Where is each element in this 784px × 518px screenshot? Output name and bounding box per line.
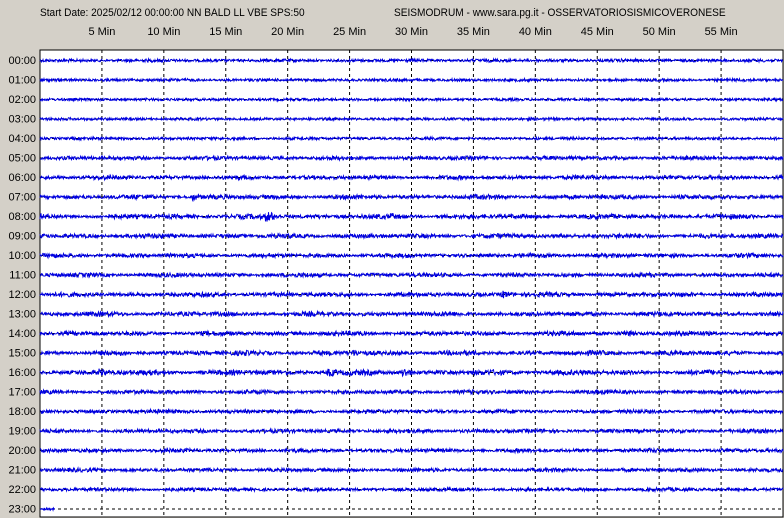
hour-label-14: 14:00 bbox=[8, 328, 36, 340]
x-tick-label-45: 45 Min bbox=[581, 26, 614, 38]
x-tick-label-55: 55 Min bbox=[705, 26, 738, 38]
hour-label-1: 01:00 bbox=[8, 75, 36, 87]
hour-label-13: 13:00 bbox=[8, 309, 36, 321]
hour-label-17: 17:00 bbox=[8, 387, 36, 399]
x-axis-tick-labels: 5 Min 10 Min 15 Min 20 Min 25 Min 30 Min 35 Mi… bbox=[88, 26, 737, 38]
hour-label-5: 05:00 bbox=[8, 153, 36, 165]
x-tick-label-40: 40 Min bbox=[519, 26, 552, 38]
hour-label-8: 08:00 bbox=[8, 211, 36, 223]
x-tick-label-10: 10 Min bbox=[147, 26, 180, 38]
hour-label-22: 22:00 bbox=[8, 484, 36, 496]
hour-label-2: 02:00 bbox=[8, 94, 36, 106]
hour-label-0: 00:00 bbox=[8, 55, 36, 67]
hour-label-19: 19:00 bbox=[8, 426, 36, 438]
hour-label-12: 12:00 bbox=[8, 289, 36, 301]
hour-label-9: 09:00 bbox=[8, 231, 36, 243]
hour-label-21: 21:00 bbox=[8, 465, 36, 477]
seismogram-chart: 5 Min 10 Min 15 Min 20 Min 25 Min 30 Min 35 Mi… bbox=[8, 26, 784, 518]
hour-label-6: 06:00 bbox=[8, 172, 36, 184]
x-tick-label-15: 15 Min bbox=[209, 26, 242, 38]
x-tick-label-5: 5 Min bbox=[88, 26, 115, 38]
hour-label-23: 23:00 bbox=[8, 504, 36, 516]
hour-label-16: 16:00 bbox=[8, 367, 36, 379]
x-tick-label-35: 35 Min bbox=[457, 26, 490, 38]
hour-label-11: 11:00 bbox=[9, 270, 36, 282]
hour-labels: 00:00 01:00 02:00 03:00 04:00 05:00 06:00 07:00… bbox=[8, 55, 36, 516]
x-tick-label-20: 20 Min bbox=[271, 26, 304, 38]
hour-label-15: 15:00 bbox=[8, 348, 36, 360]
x-tick-label-50: 50 Min bbox=[643, 26, 676, 38]
hour-label-7: 07:00 bbox=[8, 192, 36, 204]
hour-label-4: 04:00 bbox=[8, 133, 36, 145]
hour-label-3: 03:00 bbox=[8, 114, 36, 126]
x-tick-label-30: 30 Min bbox=[395, 26, 428, 38]
hour-label-20: 20:00 bbox=[8, 445, 36, 457]
hour-label-18: 18:00 bbox=[8, 406, 36, 418]
hour-label-10: 10:00 bbox=[8, 250, 36, 262]
x-tick-label-25: 25 Min bbox=[333, 26, 366, 38]
